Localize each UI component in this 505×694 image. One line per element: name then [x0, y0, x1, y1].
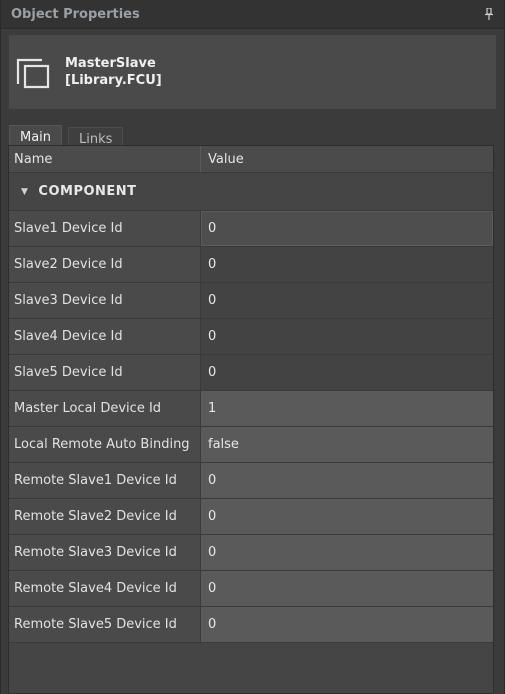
pin-icon[interactable] [482, 7, 496, 21]
property-name: Local Remote Auto Binding [9, 427, 201, 462]
property-value[interactable]: 0 [201, 499, 493, 534]
section-label: COMPONENT [38, 184, 137, 199]
property-name: Remote Slave4 Device Id [9, 571, 201, 606]
property-value[interactable]: 0 [201, 535, 493, 570]
column-header-name[interactable]: Name [9, 146, 201, 172]
property-value[interactable]: 0 [201, 355, 493, 390]
column-header-value[interactable]: Value [201, 152, 244, 167]
property-name: Slave4 Device Id [9, 319, 201, 354]
property-name: Remote Slave1 Device Id [9, 463, 201, 498]
property-value[interactable]: 0 [201, 211, 493, 246]
property-value[interactable]: 0 [201, 571, 493, 606]
caret-down-icon[interactable]: ▼ [21, 187, 28, 197]
property-row[interactable]: Local Remote Auto Binding false [9, 427, 493, 463]
panel-title: Object Properties [11, 6, 140, 22]
object-header: MasterSlave [Library.FCU] [9, 35, 496, 109]
property-name: Master Local Device Id [9, 391, 201, 426]
property-value[interactable]: 0 [201, 283, 493, 318]
property-row[interactable]: Slave2 Device Id 0 [9, 247, 493, 283]
property-row[interactable]: Slave3 Device Id 0 [9, 283, 493, 319]
property-name: Slave1 Device Id [9, 211, 201, 246]
section-component[interactable]: ▼ COMPONENT [9, 173, 493, 211]
property-name: Slave5 Device Id [9, 355, 201, 390]
property-name: Slave3 Device Id [9, 283, 201, 318]
property-value[interactable]: 0 [201, 247, 493, 282]
property-row[interactable]: Remote Slave1 Device Id 0 [9, 463, 493, 499]
property-row[interactable]: Slave5 Device Id 0 [9, 355, 493, 391]
property-value[interactable]: 1 [201, 391, 493, 426]
property-name: Remote Slave3 Device Id [9, 535, 201, 570]
property-row[interactable]: Remote Slave4 Device Id 0 [9, 571, 493, 607]
property-name: Remote Slave5 Device Id [9, 607, 201, 642]
object-name: MasterSlave [65, 56, 156, 71]
panel-titlebar: Object Properties [1, 0, 504, 29]
object-info: MasterSlave [Library.FCU] [65, 55, 162, 89]
object-icon [15, 54, 51, 90]
tab-strip: Main Links [1, 117, 504, 151]
property-row[interactable]: Slave1 Device Id 0 [9, 211, 493, 247]
property-row[interactable]: Remote Slave5 Device Id 0 [9, 607, 493, 643]
property-value[interactable]: 0 [201, 463, 493, 498]
property-name: Slave2 Device Id [9, 247, 201, 282]
property-row[interactable]: Remote Slave2 Device Id 0 [9, 499, 493, 535]
property-row[interactable]: Remote Slave3 Device Id 0 [9, 535, 493, 571]
property-name: Remote Slave2 Device Id [9, 499, 201, 534]
object-properties-panel: Object Properties MasterSlave [Library.F… [0, 0, 505, 694]
property-row[interactable]: Slave4 Device Id 0 [9, 319, 493, 355]
grid-header: Name Value [9, 146, 493, 173]
property-value[interactable]: false [201, 427, 493, 462]
property-value[interactable]: 0 [201, 319, 493, 354]
property-grid: Name Value ▼ COMPONENT Slave1 Device Id … [8, 145, 494, 694]
property-row[interactable]: Master Local Device Id 1 [9, 391, 493, 427]
object-type: [Library.FCU] [65, 73, 162, 88]
property-value[interactable]: 0 [201, 607, 493, 642]
